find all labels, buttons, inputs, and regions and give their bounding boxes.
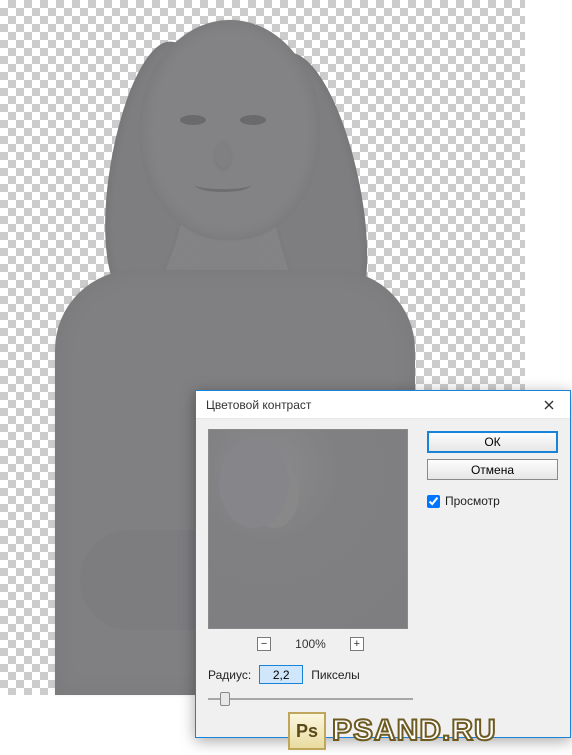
dialog-titlebar[interactable]: Цветовой контраст (196, 391, 570, 419)
preview-checkbox[interactable] (427, 495, 440, 508)
close-icon (544, 400, 554, 410)
close-button[interactable] (534, 394, 564, 416)
slider-thumb[interactable] (220, 692, 230, 706)
preview-checkbox-label: Просмотр (445, 494, 500, 508)
zoom-value: 100% (295, 637, 326, 651)
radius-row: Радиус: Пикселы (208, 665, 413, 684)
radius-label: Радиус: (208, 668, 251, 682)
zoom-in-button[interactable]: + (350, 637, 364, 651)
preview-image (209, 430, 407, 628)
ok-button[interactable]: ОК (427, 431, 558, 453)
radius-slider[interactable] (208, 690, 413, 708)
preview-box[interactable] (208, 429, 408, 629)
buttons-column: ОК Отмена Просмотр (427, 429, 558, 708)
watermark-badge: Ps (288, 712, 326, 750)
high-pass-dialog: Цветовой контраст − 100% + Радиус: Пиксе… (195, 390, 571, 738)
slider-track (208, 698, 413, 700)
preview-column: − 100% + Радиус: Пикселы (208, 429, 413, 708)
watermark-text: PSAND.RU (332, 714, 497, 748)
dialog-body: − 100% + Радиус: Пикселы ОК Отмена Просм… (196, 419, 570, 720)
radius-units: Пикселы (311, 668, 360, 682)
cancel-button[interactable]: Отмена (427, 459, 558, 480)
preview-checkbox-row[interactable]: Просмотр (427, 494, 558, 508)
zoom-controls: − 100% + (208, 637, 413, 651)
zoom-out-button[interactable]: − (257, 637, 271, 651)
dialog-title: Цветовой контраст (206, 398, 534, 412)
watermark: Ps PSAND.RU (288, 711, 497, 751)
radius-input[interactable] (259, 665, 303, 684)
